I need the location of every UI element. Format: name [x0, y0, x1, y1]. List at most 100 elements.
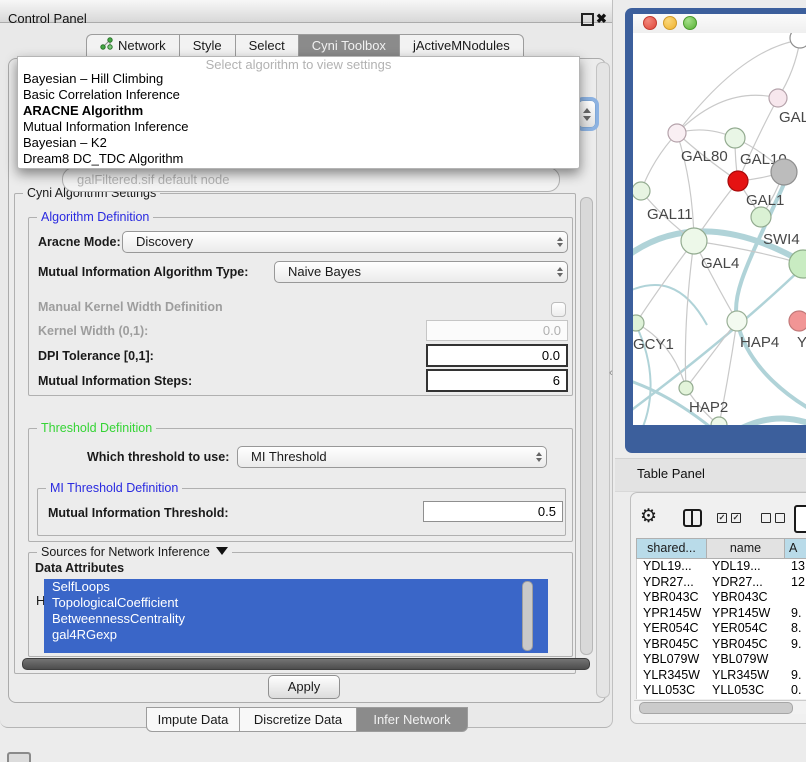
network-node[interactable] [725, 128, 745, 148]
table-cell: YLL053C [706, 683, 783, 699]
manual-kernel-checkbox[interactable] [551, 302, 566, 317]
network-canvas[interactable]: GALGAL80GAL10GAL1GAL11SWI4GAL4GCY1HAP4YH… [633, 33, 806, 425]
threshold-definition-group: Threshold Definition Which threshold to … [28, 428, 573, 542]
deselect-all-checkboxes-icon[interactable] [761, 513, 785, 523]
select-all-checkboxes-icon[interactable]: ✓✓ [717, 513, 741, 523]
table-row[interactable]: YBL079WYBL079W [637, 652, 806, 668]
network-node-label: GAL80 [681, 148, 728, 165]
aracne-mode-value: Discovery [136, 232, 193, 252]
aracne-mode-label: Aracne Mode: [38, 231, 121, 253]
network-node[interactable] [679, 381, 693, 395]
table-panel-title: Table Panel [637, 458, 705, 490]
aracne-mode-combobox[interactable]: Discovery [122, 231, 568, 253]
attribute-item[interactable]: SelfLoops [44, 579, 548, 595]
table-row[interactable]: YDL19...YDL19...13 [637, 559, 806, 575]
table-row[interactable]: YLL053CYLL053C0. [637, 683, 806, 699]
algorithm-dropdown-placeholder: Select algorithm to view settings [18, 57, 579, 71]
table-row[interactable]: YPR145WYPR145W9. [637, 606, 806, 622]
attribute-item[interactable]: BetweennessCentrality [44, 611, 548, 627]
float-window-icon[interactable] [581, 13, 594, 26]
attribute-item[interactable]: TopologicalCoefficient [44, 595, 548, 611]
table-header-row: shared... name A [636, 538, 806, 559]
table-cell: YBL079W [637, 652, 706, 668]
algorithm-definition-title: Algorithm Definition [37, 210, 153, 224]
combo-stepper-fragment[interactable] [578, 100, 596, 128]
algorithm-option[interactable]: Dream8 DC_TDC Algorithm [18, 151, 579, 167]
data-table-combo[interactable]: galFiltered.sif default node [62, 167, 560, 192]
tab-infer-network[interactable]: Infer Network [356, 707, 468, 732]
sources-group: Sources for Network Inference Data Attri… [28, 552, 573, 657]
network-node[interactable] [789, 311, 806, 331]
tab-cyni-toolbox[interactable]: Cyni Toolbox [298, 34, 399, 58]
network-node-label: HAP2 [689, 399, 728, 416]
table-row[interactable]: YDR27...YDR27...12 [637, 575, 806, 591]
algorithm-option[interactable]: Bayesian – K2 [18, 135, 579, 151]
tab-network[interactable]: Network [86, 34, 179, 58]
algorithm-option[interactable]: Basic Correlation Inference [18, 87, 579, 103]
attribute-item[interactable]: gal4RGexp [44, 627, 548, 643]
mi-steps-input[interactable]: 6 [426, 369, 568, 392]
algorithm-option[interactable]: Bayesian – Hill Climbing [18, 71, 579, 87]
table-cell: YPR145W [706, 606, 783, 622]
tab-select[interactable]: Select [235, 34, 298, 58]
network-node[interactable] [790, 33, 806, 48]
mi-threshold-input[interactable]: 0.5 [423, 501, 563, 522]
network-node[interactable] [668, 124, 686, 142]
network-node[interactable] [728, 171, 748, 191]
panel-vertical-scrollbar[interactable] [596, 62, 610, 698]
table-row[interactable]: YBR045CYBR045C9. [637, 637, 806, 653]
network-node[interactable] [633, 315, 644, 331]
tab-impute-data[interactable]: Impute Data [146, 707, 240, 732]
network-node[interactable] [771, 159, 797, 185]
data-attributes-label: Data Attributes [35, 557, 124, 579]
columns-icon[interactable] [683, 509, 702, 527]
dpi-tolerance-label: DPI Tolerance [0,1]: [38, 345, 154, 367]
table-row[interactable]: YBR043CYBR043C [637, 590, 806, 606]
settings-horizontal-scrollbar[interactable] [22, 658, 590, 670]
data-attributes-list: SelfLoopsTopologicalCoefficientBetweenne… [44, 579, 548, 653]
table-cell: YDR27... [706, 575, 783, 591]
tab-discretize-data[interactable]: Discretize Data [239, 707, 357, 732]
network-node-label: GAL1 [746, 192, 784, 209]
network-node[interactable] [769, 89, 787, 107]
network-node[interactable] [711, 417, 727, 425]
network-node-label: Y [797, 334, 806, 351]
window-minimize-icon[interactable] [663, 16, 677, 30]
column-header-shared-name[interactable]: shared... [636, 538, 707, 559]
cyni-algorithm-settings-group: Cyni Algorithm Settings Algorithm Defini… [14, 193, 576, 674]
table-cell: YBR043C [706, 590, 783, 606]
function-builder-icon[interactable] [794, 505, 806, 533]
window-zoom-icon[interactable] [683, 16, 697, 30]
apply-button[interactable]: Apply [268, 675, 340, 699]
mi-type-combobox[interactable]: Naive Bayes [274, 261, 568, 283]
which-threshold-combobox[interactable]: MI Threshold [237, 446, 547, 468]
panel-divider-handle[interactable]: ‹ [609, 367, 613, 379]
network-node-label: SWI4 [763, 231, 800, 248]
gear-icon[interactable]: ⚙ [640, 505, 657, 529]
tab-jactivemnodules[interactable]: jActiveMNodules [399, 34, 524, 58]
control-panel-tabs: Network Style Select Cyni Toolbox jActiv… [86, 34, 524, 58]
table-cell: YLR345W [637, 668, 706, 684]
network-node[interactable] [633, 182, 650, 200]
algorithm-option[interactable]: Mutual Information Inference [18, 119, 579, 135]
window-close-icon[interactable] [643, 16, 657, 30]
close-icon[interactable]: ✖ [596, 9, 607, 29]
tab-cyni-toolbox-label: Cyni Toolbox [312, 35, 386, 57]
dpi-tolerance-input[interactable]: 0.0 [426, 344, 568, 367]
table-row[interactable]: YER054CYER054C8. [637, 621, 806, 637]
table-row[interactable]: YLR345WYLR345W9. [637, 668, 806, 684]
settings-vertical-scrollbar[interactable] [580, 197, 593, 655]
tab-jactivemnodules-label: jActiveMNodules [413, 35, 510, 57]
attributes-scrollbar[interactable] [522, 581, 533, 651]
tab-style[interactable]: Style [179, 34, 235, 58]
column-header-partial[interactable]: A [785, 538, 806, 559]
network-node[interactable] [727, 311, 747, 331]
network-node[interactable] [681, 228, 707, 254]
algorithm-option[interactable]: ARACNE Algorithm [18, 103, 579, 119]
stepper-up-icon [583, 108, 591, 113]
column-header-name[interactable]: name [707, 538, 785, 559]
network-view-titlebar[interactable] [633, 14, 806, 33]
network-node[interactable] [751, 207, 771, 227]
kernel-width-input[interactable]: 0.0 [426, 320, 568, 341]
table-hscroll-thumb[interactable] [639, 702, 793, 714]
